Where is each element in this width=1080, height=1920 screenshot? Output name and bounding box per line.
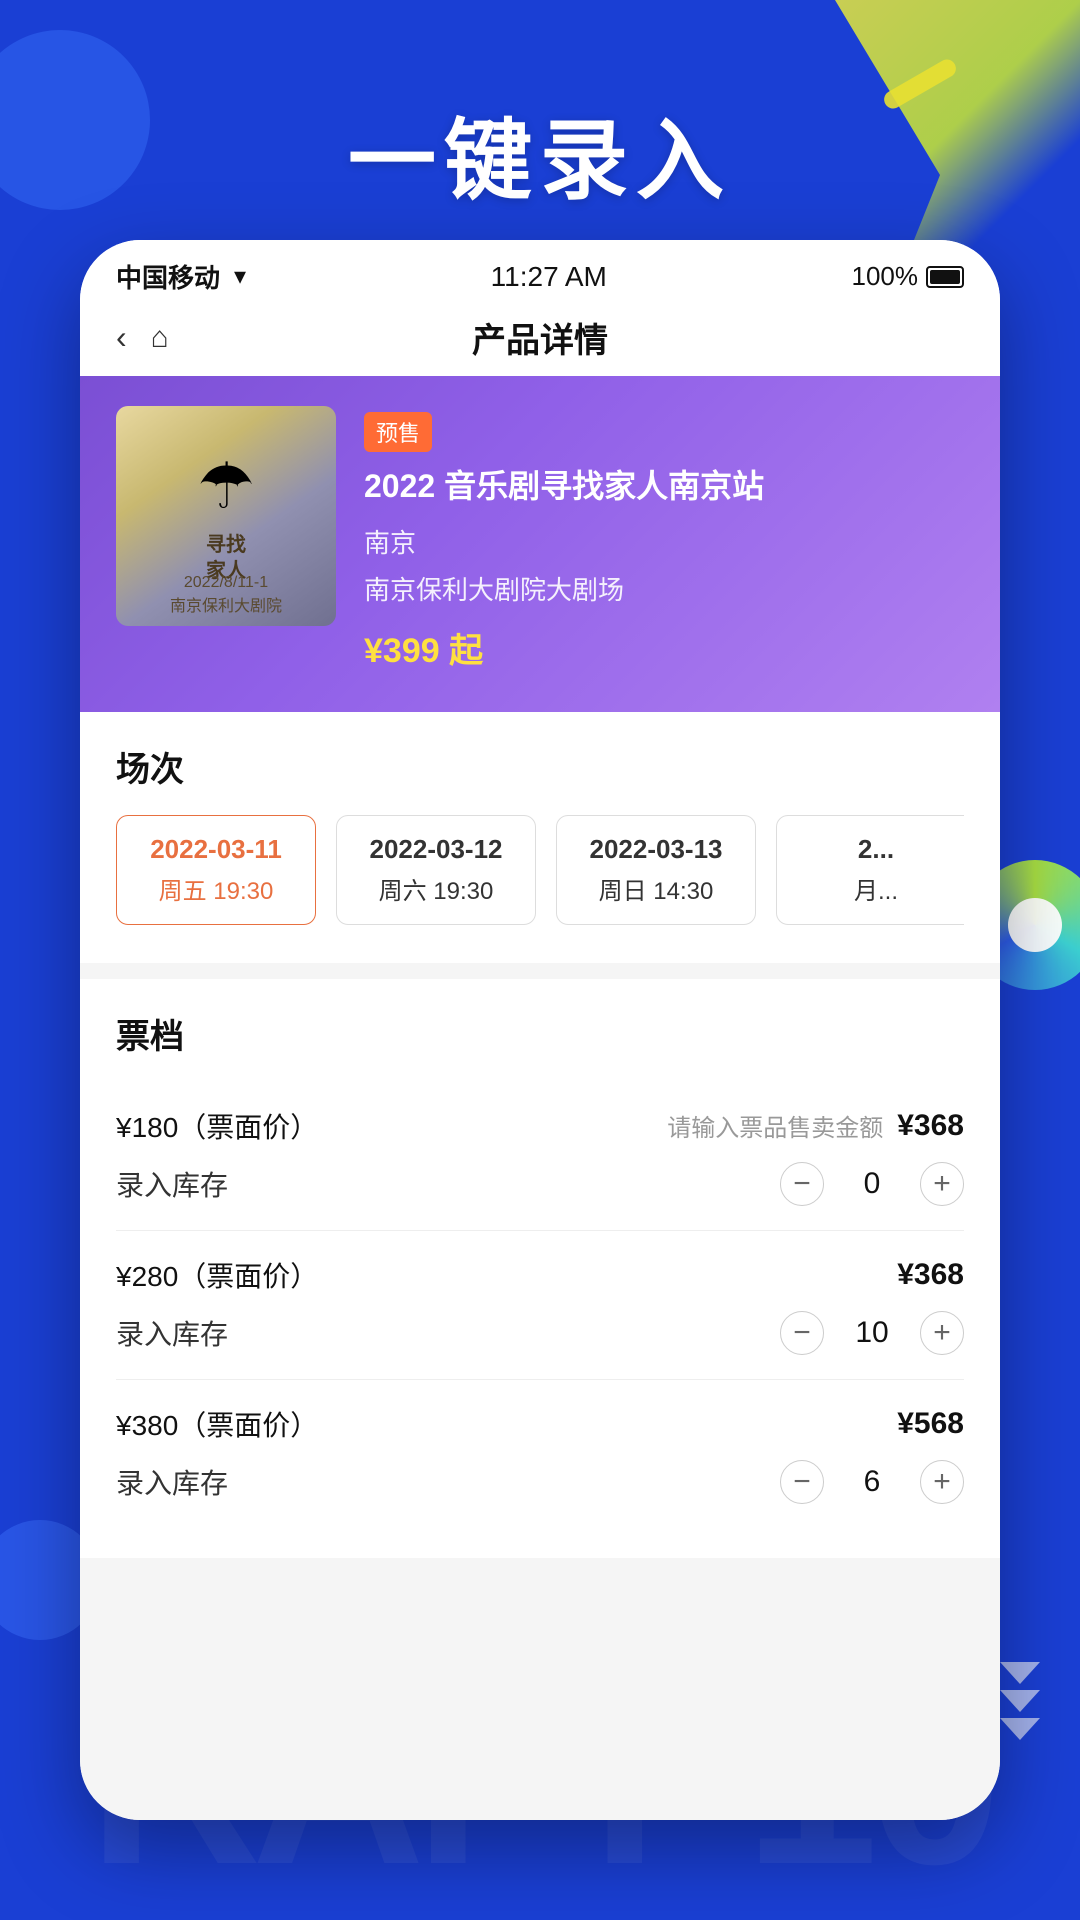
main-title: 一键录入 [0, 90, 1080, 217]
bg-arrow-2 [1000, 1690, 1040, 1712]
bg-decoration-arrows [1000, 1662, 1040, 1740]
schedule-section: 场次 2022-03-11 周五 19:30 2022-03-12 周六 19:… [80, 712, 1000, 963]
product-poster: ☂ 寻找家人 2022/8/11-1南京保利大剧院 [116, 406, 336, 626]
bg-decoration-ring-inner [1008, 898, 1062, 952]
page-title: 产品详情 [472, 313, 608, 362]
stock-value-0: 0 [852, 1167, 892, 1201]
scroll-area: ☂ 寻找家人 2022/8/11-1南京保利大剧院 预售 2022 音乐剧寻找家… [80, 376, 1000, 1820]
schedule-title: 场次 [116, 742, 964, 791]
stock-plus-1[interactable]: + [920, 1311, 964, 1355]
stock-controls-0: − 0 + [780, 1162, 964, 1206]
bg-arrow-3 [1000, 1718, 1040, 1740]
stock-plus-2[interactable]: + [920, 1460, 964, 1504]
presale-badge: 预售 [364, 412, 432, 452]
stock-value-1: 10 [852, 1316, 892, 1350]
stock-minus-2[interactable]: − [780, 1460, 824, 1504]
schedule-btn-2[interactable]: 2022-03-13 周日 14:30 [556, 815, 756, 925]
schedule-time-2: 周日 14:30 [585, 871, 727, 906]
schedule-date-3: 2... [805, 834, 947, 865]
carrier-text: 中国移动 [116, 258, 220, 295]
schedule-btn-3[interactable]: 2... 月... [776, 815, 964, 925]
schedule-time-0: 周五 19:30 [145, 871, 287, 906]
product-location: 南京 [364, 523, 964, 560]
schedule-btn-0[interactable]: 2022-03-11 周五 19:30 [116, 815, 316, 925]
product-title: 2022 音乐剧寻找家人南京站 [364, 464, 964, 509]
stock-controls-2: − 6 + [780, 1460, 964, 1504]
stock-minus-1[interactable]: − [780, 1311, 824, 1355]
schedule-btn-1[interactable]: 2022-03-12 周六 19:30 [336, 815, 536, 925]
nav-bar: ‹ ⌂ 产品详情 [80, 305, 1000, 376]
product-price: ¥399 起 [364, 623, 964, 672]
product-header: ☂ 寻找家人 2022/8/11-1南京保利大剧院 预售 2022 音乐剧寻找家… [80, 376, 1000, 712]
product-venue: 南京保利大剧院大剧场 [364, 570, 964, 607]
tickets-title: 票档 [116, 1009, 964, 1058]
ticket-face-1: ¥280（票面价） [116, 1255, 318, 1295]
ticket-item-0: ¥180（票面价） 请输入票品售卖金额 ¥368 录入库存 − 0 + [116, 1082, 964, 1231]
stock-value-2: 6 [852, 1465, 892, 1499]
poster-bottom-info: 2022/8/11-1南京保利大剧院 [170, 574, 282, 616]
schedule-row: 2022-03-11 周五 19:30 2022-03-12 周六 19:30 … [116, 815, 964, 933]
schedule-date-2: 2022-03-13 [585, 834, 727, 865]
bottom-padding [80, 1574, 1000, 1634]
battery-percent: 100% [851, 261, 918, 292]
time-display: 11:27 AM [491, 261, 607, 293]
ticket-face-0: ¥180（票面价） [116, 1106, 318, 1146]
stock-label-2: 录入库存 [116, 1462, 228, 1502]
schedule-date-0: 2022-03-11 [145, 834, 287, 865]
back-button[interactable]: ‹ [116, 319, 127, 356]
home-button[interactable]: ⌂ [151, 321, 169, 355]
product-info: 预售 2022 音乐剧寻找家人南京站 南京 南京保利大剧院大剧场 ¥399 起 [364, 406, 964, 672]
ticket-face-2: ¥380（票面价） [116, 1404, 318, 1444]
stock-label-1: 录入库存 [116, 1313, 228, 1353]
ticket-sell-2: ¥568 [897, 1407, 964, 1441]
schedule-time-3: 月... [805, 871, 947, 906]
stock-minus-0[interactable]: − [780, 1162, 824, 1206]
tickets-section: 票档 ¥180（票面价） 请输入票品售卖金额 ¥368 录入库存 − [80, 979, 1000, 1558]
ticket-sell-1: ¥368 [897, 1258, 964, 1292]
schedule-time-1: 周六 19:30 [365, 871, 507, 906]
ticket-item-2: ¥380（票面价） ¥568 录入库存 − 6 + [116, 1380, 964, 1528]
wifi-icon: ▾ [234, 262, 246, 291]
ticket-sell-0: ¥368 [897, 1109, 964, 1143]
ticket-item-1: ¥280（票面价） ¥368 录入库存 − 10 + [116, 1231, 964, 1380]
phone-frame: 中国移动 ▾ 11:27 AM 100% ‹ ⌂ 产品详情 ☂ 寻找 [80, 240, 1000, 1820]
stock-plus-0[interactable]: + [920, 1162, 964, 1206]
battery-icon [926, 266, 964, 288]
bg-arrow-1 [1000, 1662, 1040, 1684]
status-bar: 中国移动 ▾ 11:27 AM 100% [80, 240, 1000, 305]
ticket-input-label-0: 请输入票品售卖金额 [667, 1108, 883, 1143]
schedule-date-1: 2022-03-12 [365, 834, 507, 865]
stock-controls-1: − 10 + [780, 1311, 964, 1355]
stock-label-0: 录入库存 [116, 1164, 228, 1204]
